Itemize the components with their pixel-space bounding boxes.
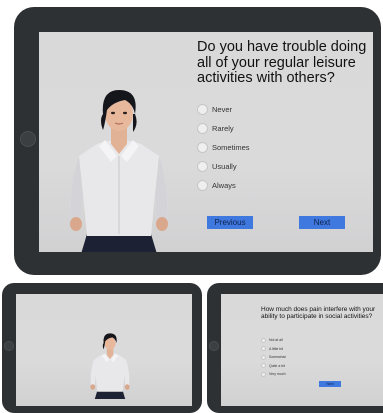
radio-icon[interactable] <box>261 363 266 369</box>
answer-options: Not at all A little bit Somewhat Quite a… <box>261 336 286 379</box>
option-somewhat[interactable]: Somewhat <box>261 353 286 362</box>
radio-icon[interactable] <box>261 371 266 377</box>
next-button[interactable]: Next <box>299 216 345 229</box>
radio-icon[interactable] <box>261 354 266 360</box>
option-usually[interactable]: Usually <box>197 157 250 176</box>
avatar-figure-icon <box>90 333 130 399</box>
survey-screen-secondary: How much does pain interfere with your a… <box>221 294 383 406</box>
tablet-survey-view: How much does pain interfere with your a… <box>207 283 383 413</box>
camera-icon <box>20 131 36 147</box>
radio-icon[interactable] <box>197 142 208 153</box>
camera-icon <box>209 341 219 351</box>
option-label: Not at all <box>269 338 283 343</box>
avatar-screen <box>16 294 192 406</box>
radio-icon[interactable] <box>197 104 208 115</box>
radio-icon[interactable] <box>261 346 266 352</box>
option-sometimes[interactable]: Sometimes <box>197 138 250 157</box>
option-not-at-all[interactable]: Not at all <box>261 336 286 345</box>
radio-icon[interactable] <box>261 337 266 343</box>
option-label: Quite a bit <box>269 363 285 368</box>
option-label: Very much <box>269 372 286 377</box>
question-text: How much does pain interfere with your a… <box>261 306 376 321</box>
radio-icon[interactable] <box>197 123 208 134</box>
answer-options: Never Rarely Sometimes Usually Always <box>197 100 250 195</box>
camera-icon <box>4 341 14 351</box>
option-never[interactable]: Never <box>197 100 250 119</box>
option-very-much[interactable]: Very much <box>261 370 286 379</box>
option-label: Never <box>212 105 233 114</box>
option-label: Somewhat <box>269 355 286 360</box>
option-rarely[interactable]: Rarely <box>197 119 250 138</box>
option-label: Usually <box>212 162 237 171</box>
next-button[interactable]: Next <box>319 381 341 387</box>
option-label: Rarely <box>212 124 234 133</box>
tablet-main: Do you have trouble doing all of your re… <box>14 7 381 275</box>
option-a-little-bit[interactable]: A little bit <box>261 345 286 354</box>
previous-button[interactable]: Previous <box>207 216 253 229</box>
option-label: Sometimes <box>212 143 250 152</box>
option-label: A little bit <box>269 346 284 351</box>
option-quite-a-bit[interactable]: Quite a bit <box>261 362 286 371</box>
question-text: Do you have trouble doing all of your re… <box>197 39 367 87</box>
option-always[interactable]: Always <box>197 176 250 195</box>
survey-screen-main: Do you have trouble doing all of your re… <box>39 32 373 252</box>
radio-icon[interactable] <box>197 161 208 172</box>
option-label: Always <box>212 181 236 190</box>
tablet-avatar-view <box>2 283 202 413</box>
avatar-figure-icon <box>70 90 168 252</box>
radio-icon[interactable] <box>197 180 208 191</box>
